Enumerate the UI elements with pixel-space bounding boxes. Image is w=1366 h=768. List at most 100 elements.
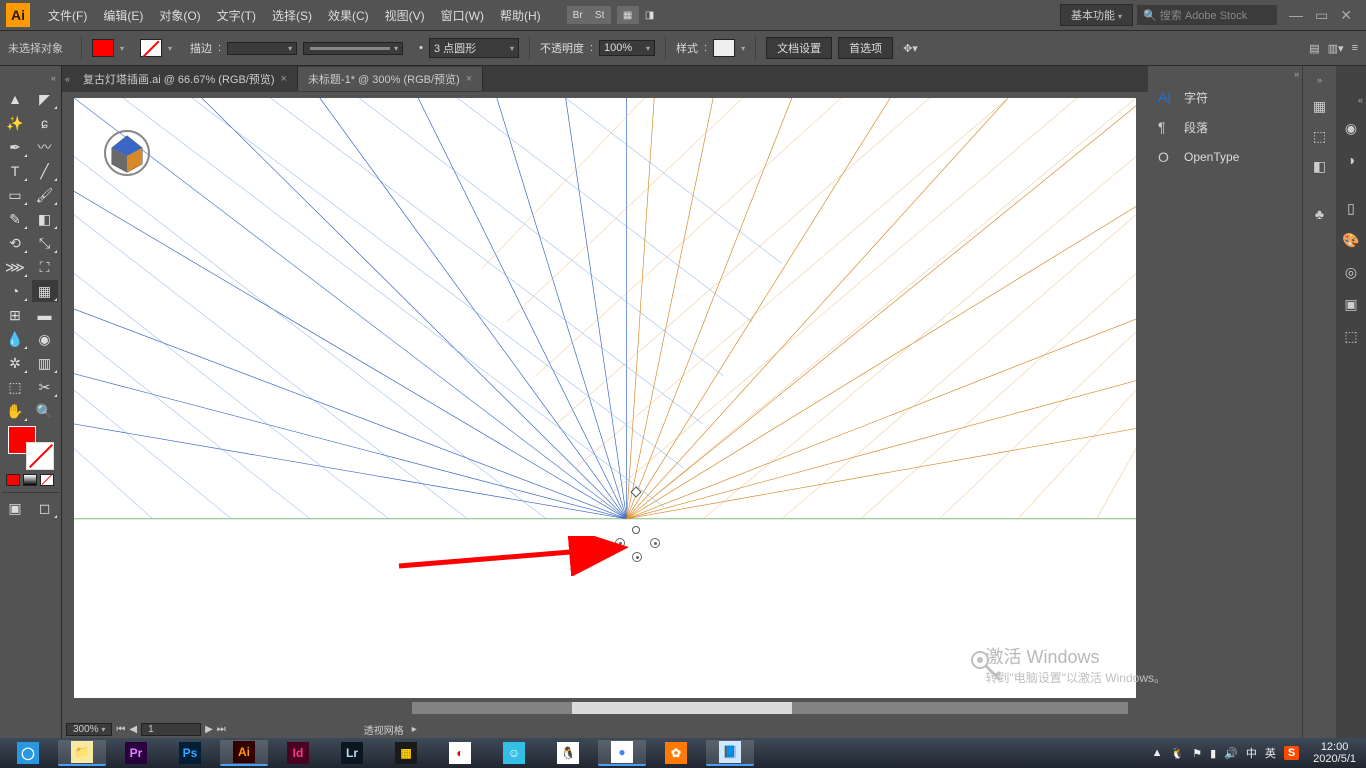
taskbar-app-1[interactable]: 📁 <box>58 740 106 766</box>
tray-network-icon[interactable]: ▮ <box>1210 747 1216 760</box>
minimize-button[interactable]: — <box>1289 7 1303 24</box>
align-icon[interactable]: ▤ <box>1309 42 1319 55</box>
swatches-panel-icon[interactable]: ▦ <box>1308 94 1332 118</box>
panel-menu-icon[interactable]: ≡ <box>1352 42 1358 55</box>
taskbar-app-13[interactable]: 📘 <box>706 740 754 766</box>
menu-type[interactable]: 文字(T) <box>209 7 264 24</box>
pen-tool[interactable]: ✒ <box>2 136 28 158</box>
selection-tool[interactable]: ▲ <box>2 88 28 110</box>
tray-overflow[interactable]: ▲ <box>1152 747 1163 759</box>
close-icon[interactable]: × <box>281 73 287 85</box>
style-swatch[interactable] <box>713 39 735 57</box>
taskbar-app-0[interactable]: ◯ <box>4 740 52 766</box>
fill-swatch[interactable] <box>92 39 114 57</box>
blend-tool[interactable]: ◉ <box>32 328 58 350</box>
taskbar-app-10[interactable]: 🐧 <box>544 740 592 766</box>
symbol-sprayer-tool[interactable]: ✲ <box>2 352 28 374</box>
recolor-icon[interactable]: ◎ <box>1339 260 1363 284</box>
tray-volume-icon[interactable]: 🔊 <box>1224 747 1238 760</box>
tray-ime-en[interactable]: 英 <box>1265 745 1276 761</box>
taskbar-app-6[interactable]: Lr <box>328 740 376 766</box>
column-graph-tool[interactable]: ▥ <box>32 352 58 374</box>
doc-tab-2[interactable]: 未标题-1* @ 300% (RGB/预览) × <box>298 67 483 91</box>
line-tool[interactable]: ╱ <box>32 160 58 182</box>
menu-select[interactable]: 选择(S) <box>264 7 320 24</box>
document-setup-button[interactable]: 文档设置 <box>766 37 832 59</box>
color-mode-solid[interactable] <box>6 474 20 486</box>
align-dist-icon[interactable]: ▥▾ <box>1328 42 1344 55</box>
mesh-tool[interactable]: ⊞ <box>2 304 28 326</box>
taskbar-app-8[interactable]: ◐ <box>436 740 484 766</box>
menu-file[interactable]: 文件(F) <box>40 7 95 24</box>
tray-flag-icon[interactable]: ⚑ <box>1192 747 1202 760</box>
menu-view[interactable]: 视图(V) <box>377 7 433 24</box>
tray-ime-cn[interactable]: 中 <box>1246 745 1257 761</box>
doc-tab-1[interactable]: 复古灯塔插画.ai @ 66.67% (RGB/预览) × <box>73 67 298 91</box>
arrange-docs-button[interactable]: ▦ <box>617 6 639 24</box>
close-button[interactable]: ✕ <box>1340 7 1352 24</box>
artboard-number[interactable]: 1 <box>141 723 201 736</box>
stroke-swatch[interactable] <box>140 39 162 57</box>
grid-target-right[interactable] <box>650 538 660 548</box>
rotate-tool[interactable]: ⟲ <box>2 232 28 254</box>
paintbrush-tool[interactable]: 🖌 <box>32 184 58 206</box>
free-transform-tool[interactable]: ⛶ <box>32 256 58 278</box>
fill-stroke-control[interactable] <box>2 424 59 470</box>
shape-builder-tool[interactable]: ◔ <box>2 280 28 302</box>
screen-mode-full[interactable]: ◻ <box>32 497 58 519</box>
grid-origin-handle[interactable] <box>632 526 640 534</box>
taskbar-clock[interactable]: 12:00 2020/5/1 <box>1307 741 1362 765</box>
toolbox-collapse[interactable]: « <box>2 70 59 86</box>
tabs-collapse[interactable]: « <box>62 71 73 87</box>
menu-object[interactable]: 对象(O) <box>151 7 208 24</box>
workspace-switcher[interactable]: 基本功能 ▾ <box>1060 4 1133 26</box>
direct-selection-tool[interactable]: ◤ <box>32 88 58 110</box>
menu-effect[interactable]: 效果(C) <box>320 7 377 24</box>
scale-tool[interactable]: ⤡ <box>32 232 58 254</box>
zoom-level-dropdown[interactable]: 300% ▾ <box>66 723 112 736</box>
curvature-tool[interactable]: 〰 <box>32 136 58 158</box>
taskbar-app-9[interactable]: ☺ <box>490 740 538 766</box>
taskbar-app-11[interactable]: ● <box>598 740 646 766</box>
slice-tool[interactable]: ✂ <box>32 376 58 398</box>
rectangle-tool[interactable]: ▭ <box>2 184 28 206</box>
taskbar-app-3[interactable]: Ps <box>166 740 214 766</box>
close-icon[interactable]: × <box>466 73 472 85</box>
opacity-input[interactable]: 100%▾ <box>599 40 655 56</box>
appearance-panel-icon[interactable]: ◑ <box>1339 148 1363 172</box>
layers-panel-icon[interactable]: ▯ <box>1339 196 1363 220</box>
stock-button[interactable]: St <box>589 6 611 24</box>
tray-qq-icon[interactable]: 🐧 <box>1170 747 1184 760</box>
artboard-nav-prev[interactable]: ◀ <box>129 724 137 735</box>
symbols-panel-icon[interactable]: ◧ <box>1308 154 1332 178</box>
menu-window[interactable]: 窗口(W) <box>433 7 492 24</box>
eraser-tool[interactable]: ◧ <box>32 208 58 230</box>
maximize-button[interactable]: ▭ <box>1315 7 1328 24</box>
hand-tool[interactable]: ✋ <box>2 400 28 422</box>
gradient-tool[interactable]: ▬ <box>32 304 58 326</box>
eyedropper-tool[interactable]: 💧 <box>2 328 28 350</box>
color-panel-icon[interactable]: 🎨 <box>1339 228 1363 252</box>
panel-opentype[interactable]: O OpenType <box>1148 142 1302 172</box>
lasso-tool[interactable]: ɕ <box>32 112 58 134</box>
menu-help[interactable]: 帮助(H) <box>492 7 549 24</box>
pencil-tool[interactable]: ✎ <box>2 208 28 230</box>
taskbar-app-2[interactable]: Pr <box>112 740 160 766</box>
strip2-collapse[interactable]: « <box>1355 92 1366 108</box>
magic-wand-tool[interactable]: ✨ <box>2 112 28 134</box>
zoom-tool[interactable]: 🔍 <box>32 400 58 422</box>
profile-dropdown[interactable]: ▾ <box>303 42 403 55</box>
artboards-panel-icon[interactable]: ⬚ <box>1339 324 1363 348</box>
screen-mode-normal[interactable]: ▣ <box>2 497 28 519</box>
panel-collapse[interactable]: » <box>1148 66 1302 82</box>
taskbar-app-4[interactable]: Ai <box>220 740 268 766</box>
horizontal-scrollbar[interactable] <box>412 702 1128 714</box>
artboard-tool[interactable]: ⬚ <box>2 376 28 398</box>
menu-edit[interactable]: 编辑(E) <box>95 7 151 24</box>
strip-collapse[interactable]: » <box>1314 72 1325 88</box>
artboard-nav-next[interactable]: ▶ <box>205 724 213 735</box>
canvas[interactable] <box>74 98 1136 698</box>
perspective-grid-tool[interactable]: ▦ <box>32 280 58 302</box>
nav-panel-icon[interactable]: ▣ <box>1339 292 1363 316</box>
perspective-plane-widget[interactable] <box>102 128 152 178</box>
